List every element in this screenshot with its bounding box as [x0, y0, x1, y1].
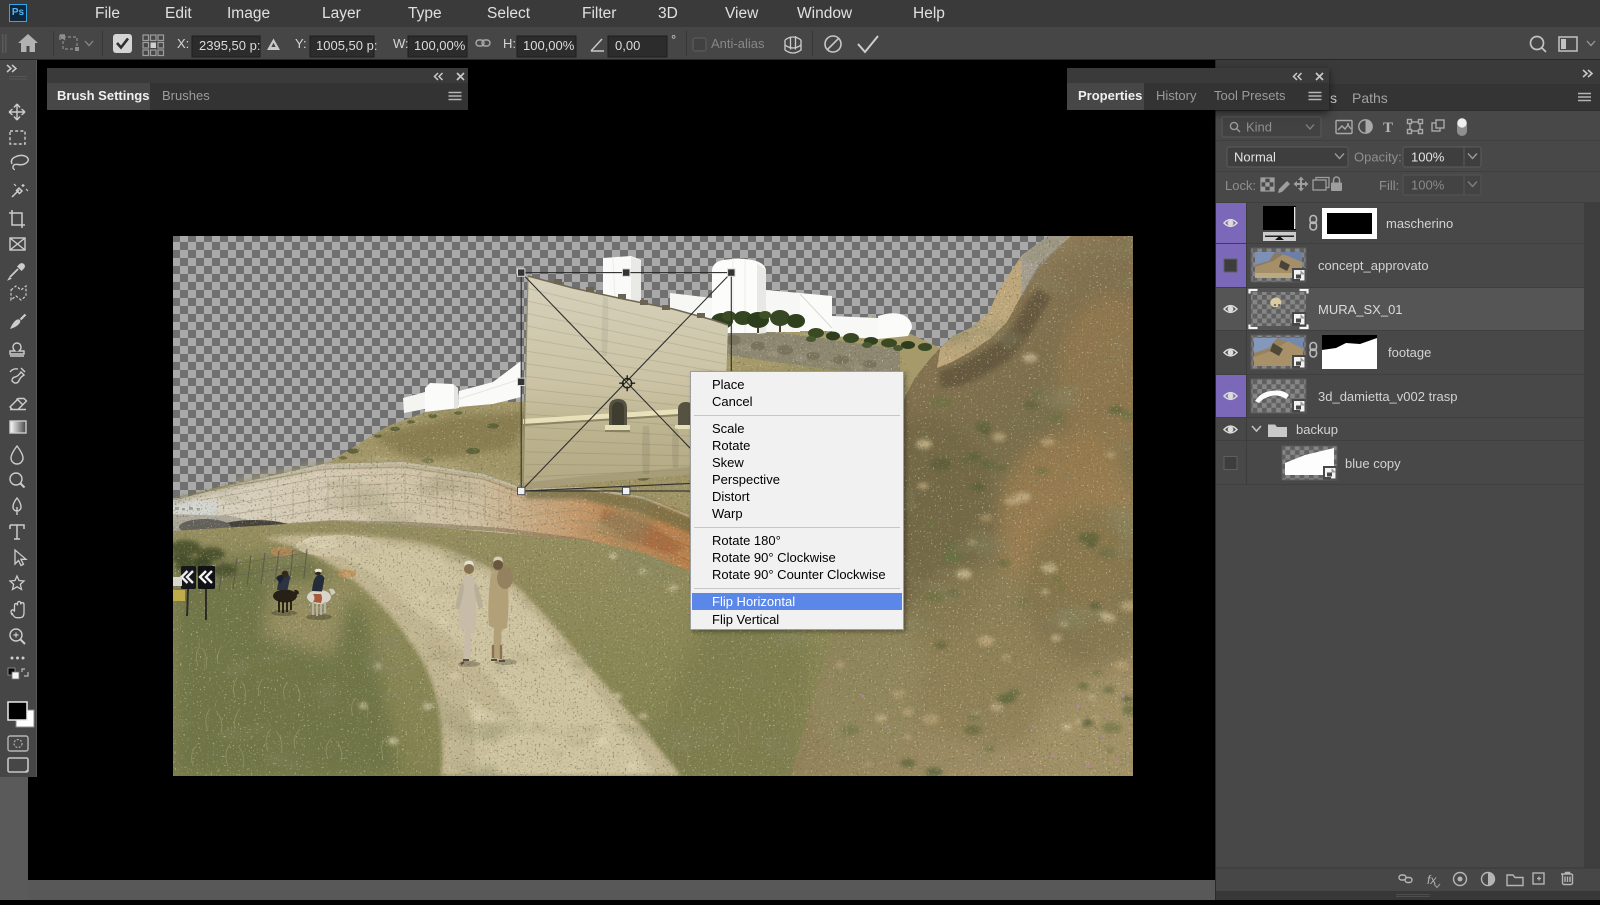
svg-text:H:: H:	[503, 36, 516, 51]
svg-text:°: °	[671, 32, 676, 47]
svg-text:100%: 100%	[1411, 178, 1445, 193]
svg-text:Normal: Normal	[1234, 150, 1276, 165]
svg-text:W:: W:	[393, 36, 409, 51]
svg-text:Kind: Kind	[1246, 120, 1272, 135]
svg-text:100,00%: 100,00%	[523, 38, 575, 53]
svg-text:Paths: Paths	[1352, 90, 1388, 106]
svg-text:MURA_SX_01: MURA_SX_01	[1318, 302, 1403, 317]
svg-text:100,00%: 100,00%	[414, 38, 466, 53]
svg-text:Opacity:: Opacity:	[1354, 150, 1402, 165]
svg-text:1005,50 p:: 1005,50 p:	[316, 38, 377, 53]
svg-text:X:: X:	[177, 36, 189, 51]
svg-text:blue copy: blue copy	[1345, 456, 1401, 471]
svg-text:concept_approvato: concept_approvato	[1318, 258, 1429, 273]
svg-text:100%: 100%	[1411, 150, 1445, 165]
svg-text:Anti-alias: Anti-alias	[711, 36, 765, 51]
svg-text:2395,50 p:: 2395,50 p:	[199, 38, 260, 53]
svg-text:Y:: Y:	[295, 36, 307, 51]
svg-text:fx: fx	[1427, 873, 1437, 887]
svg-text:3d_damietta_v002 trasp: 3d_damietta_v002 trasp	[1318, 389, 1457, 404]
svg-text:s: s	[1330, 90, 1337, 106]
svg-text:T: T	[1383, 120, 1393, 136]
svg-text:Lock:: Lock:	[1225, 178, 1256, 193]
svg-text:footage: footage	[1388, 345, 1431, 360]
svg-text:0,00: 0,00	[615, 38, 640, 53]
svg-text:Fill:: Fill:	[1379, 178, 1399, 193]
svg-text:backup: backup	[1296, 422, 1338, 437]
svg-text:mascherino: mascherino	[1386, 216, 1453, 231]
